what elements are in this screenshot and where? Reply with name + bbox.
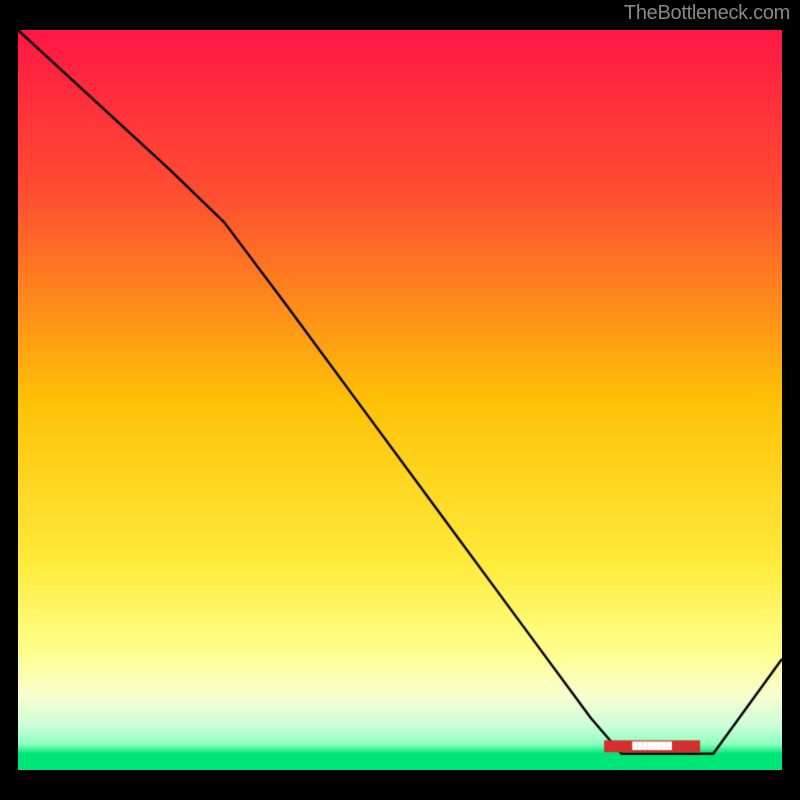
- attribution-text: TheBottleneck.com: [624, 2, 790, 25]
- bottleneck-chart: [18, 30, 782, 770]
